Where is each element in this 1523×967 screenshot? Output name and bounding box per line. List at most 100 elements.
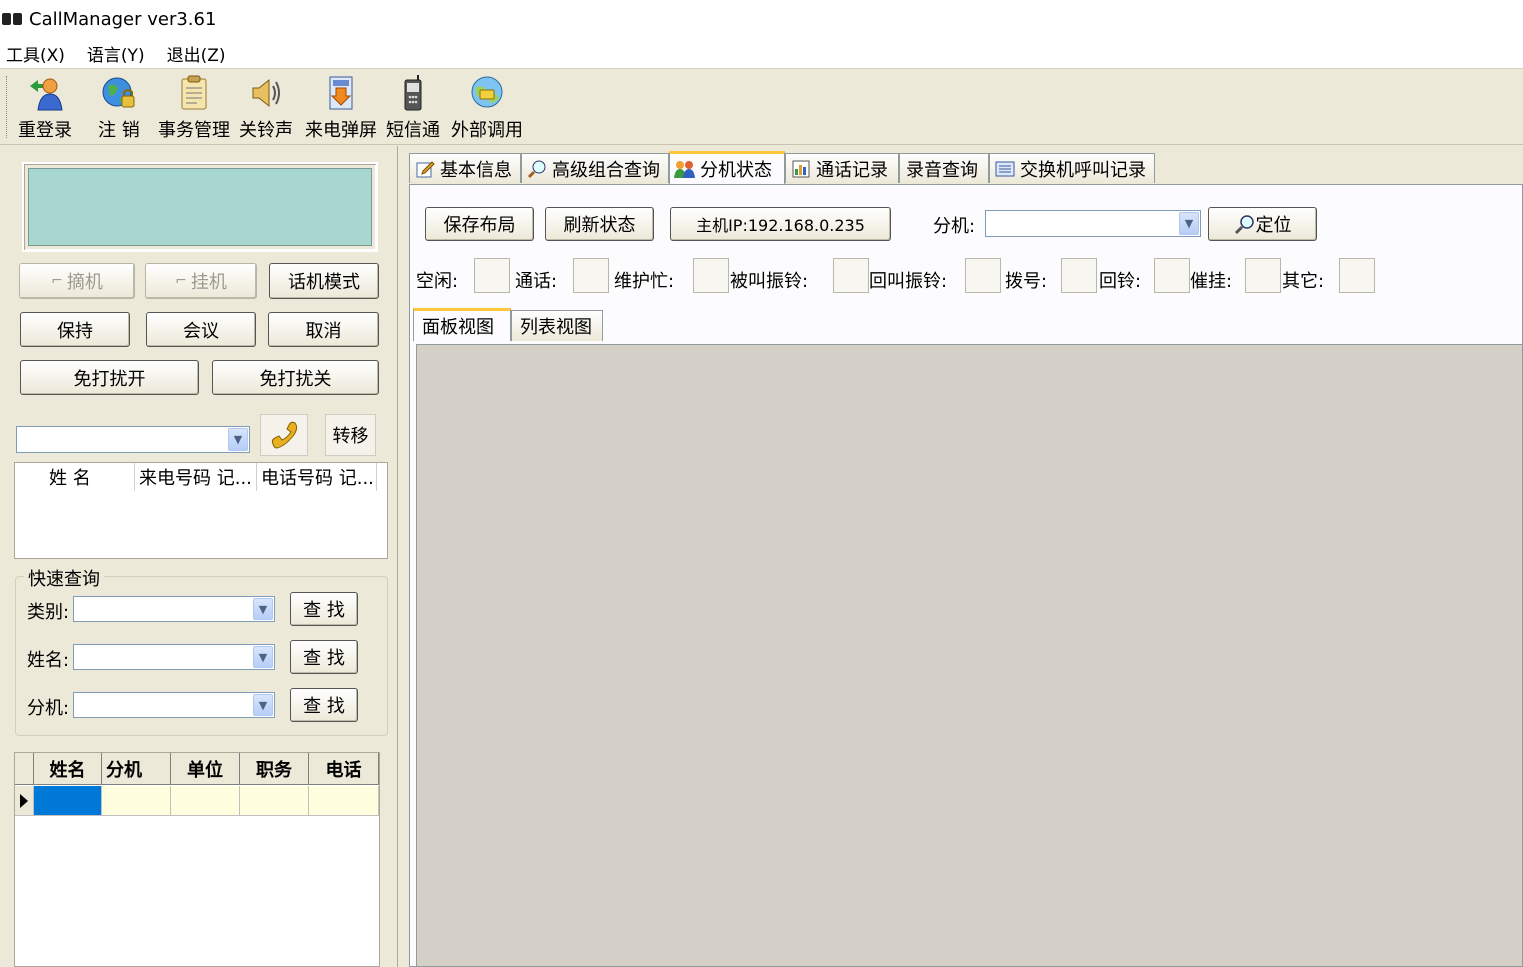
sms-button[interactable]: 短信通 xyxy=(386,74,440,142)
save-layout-button[interactable]: 保存布局 xyxy=(425,207,534,241)
incoming-popup-button[interactable]: 来电弹屏 xyxy=(305,74,377,142)
grid-cell[interactable] xyxy=(102,786,171,816)
relogin-user-icon xyxy=(26,74,64,112)
tab-pbx-call-log[interactable]: 交换机呼叫记录 xyxy=(989,153,1155,183)
extension-panel-view-area[interactable] xyxy=(416,344,1523,967)
find-category-button[interactable]: 查 找 xyxy=(290,592,358,626)
menu-tools[interactable]: 工具(X) xyxy=(6,41,65,66)
tab-pbx-call-log-label: 交换机呼叫记录 xyxy=(1020,159,1146,181)
switch-log-icon xyxy=(994,158,1016,180)
legend-callback-ringing-swatch xyxy=(965,258,1001,293)
col-incoming-number[interactable]: 来电号码 记... xyxy=(135,463,257,491)
right-pane: 基本信息 高级组合查询 分机状态 通话记录 录音查询 交换机呼叫记录 保存布局 … xyxy=(403,146,1523,967)
name-combo[interactable]: ▼ xyxy=(73,644,275,670)
grid-col-extension[interactable]: 分机 xyxy=(102,753,171,785)
col-phone-number[interactable]: 电话号码 记... xyxy=(257,463,377,491)
find-name-button[interactable]: 查 找 xyxy=(290,640,358,674)
dial-button[interactable] xyxy=(260,414,308,456)
external-call-label: 外部调用 xyxy=(451,120,523,141)
refresh-status-button[interactable]: 刷新状态 xyxy=(545,207,654,241)
legend-other-swatch xyxy=(1339,258,1375,293)
hold-button[interactable]: 保持 xyxy=(20,312,130,347)
globe-logout-icon xyxy=(100,74,138,112)
locate-label: 定位 xyxy=(1255,215,1292,236)
grid-cell-selected[interactable] xyxy=(34,786,102,816)
dnd-off-button[interactable]: 免打扰关 xyxy=(212,360,379,395)
tab-panel-view[interactable]: 面板视图 xyxy=(413,308,511,341)
extension-combo[interactable]: ▼ xyxy=(73,692,275,718)
legend-maintenance-label: 维护忙: xyxy=(614,271,675,292)
network-globe-icon xyxy=(468,74,506,112)
tab-extension-status-label: 分机状态 xyxy=(700,160,772,181)
dial-number-combo[interactable]: ▼ xyxy=(16,426,250,453)
speaker-icon xyxy=(247,74,285,112)
col-name[interactable]: 姓 名 xyxy=(15,463,135,491)
cancel-button[interactable]: 取消 xyxy=(268,312,379,347)
tab-call-records-label: 通话记录 xyxy=(816,159,888,181)
tab-list-view[interactable]: 列表视图 xyxy=(511,310,603,341)
grid-cell[interactable] xyxy=(309,786,379,816)
contacts-grid[interactable]: 姓名 分机 单位 职务 电话 xyxy=(14,752,380,967)
logout-button[interactable]: 注 销 xyxy=(98,74,140,142)
dnd-on-button[interactable]: 免打扰开 xyxy=(20,360,199,395)
find-extension-button[interactable]: 查 找 xyxy=(290,688,358,722)
locate-button[interactable]: 定位 xyxy=(1208,207,1317,241)
title-bar: CallManager ver3.61 xyxy=(0,0,1523,38)
phone-display-screen xyxy=(28,168,372,246)
chevron-down-icon[interactable]: ▼ xyxy=(253,694,273,716)
toolbar-grip[interactable] xyxy=(6,76,9,138)
legend-ringback-swatch xyxy=(1154,258,1190,293)
chevron-down-icon[interactable]: ▼ xyxy=(253,598,273,620)
incoming-popup-label: 来电弹屏 xyxy=(305,120,377,141)
grid-col-phone[interactable]: 电话 xyxy=(309,753,379,785)
menu-exit[interactable]: 退出(Z) xyxy=(167,41,226,66)
logout-label: 注 销 xyxy=(98,120,140,141)
phone-handset-icon xyxy=(271,421,298,449)
call-log-list[interactable]: 姓 名 来电号码 记... 电话号码 记... xyxy=(14,462,388,559)
grid-col-name[interactable]: 姓名 xyxy=(34,753,102,785)
grid-col-unit[interactable]: 单位 xyxy=(171,753,240,785)
menu-language[interactable]: 语言(Y) xyxy=(87,41,145,66)
tab-extension-status[interactable]: 分机状态 xyxy=(669,151,785,184)
tab-advanced-query[interactable]: 高级组合查询 xyxy=(521,153,669,183)
pickup-button[interactable]: ⌐ 摘机 xyxy=(19,263,135,299)
row-pointer[interactable] xyxy=(15,786,34,816)
phone-display xyxy=(22,162,378,252)
legend-callback-ringing-label: 回叫振铃: xyxy=(869,271,948,292)
call-record-icon xyxy=(790,158,812,180)
host-ip-button[interactable]: 主机IP:192.168.0.235 xyxy=(670,207,891,241)
legend-maintenance-swatch xyxy=(693,258,729,293)
legend-idle-swatch xyxy=(474,258,510,293)
handset-icon: ⌐ xyxy=(175,273,187,289)
conference-button[interactable]: 会议 xyxy=(146,312,256,347)
external-call-button[interactable]: 外部调用 xyxy=(451,74,523,142)
chevron-down-icon[interactable]: ▼ xyxy=(228,428,248,451)
download-popup-icon xyxy=(322,74,360,112)
grid-cell[interactable] xyxy=(171,786,240,816)
hangup-button[interactable]: ⌐ 挂机 xyxy=(145,263,257,299)
app-icon xyxy=(2,12,24,26)
edit-info-icon xyxy=(414,158,436,180)
chevron-down-icon[interactable]: ▼ xyxy=(1179,212,1199,235)
legend-other-label: 其它: xyxy=(1282,271,1325,292)
quick-search-title: 快速查询 xyxy=(24,565,104,591)
legend-urge-hangup-label: 催挂: xyxy=(1190,271,1233,292)
row-header-corner xyxy=(15,753,34,785)
mute-ring-button[interactable]: 关铃声 xyxy=(239,74,293,142)
chevron-down-icon[interactable]: ▼ xyxy=(253,646,273,668)
grid-col-position[interactable]: 职务 xyxy=(240,753,309,785)
affairs-button[interactable]: 事务管理 xyxy=(158,74,230,142)
window-title: CallManager ver3.61 xyxy=(29,8,217,30)
relogin-button[interactable]: 重登录 xyxy=(18,74,72,142)
mobile-phone-icon xyxy=(394,74,432,112)
tab-call-records[interactable]: 通话记录 xyxy=(785,153,899,183)
tab-recording-query[interactable]: 录音查询 xyxy=(899,153,989,183)
category-combo[interactable]: ▼ xyxy=(73,596,275,622)
legend-ringback-label: 回铃: xyxy=(1099,271,1142,292)
grid-cell[interactable] xyxy=(240,786,309,816)
sms-label: 短信通 xyxy=(386,120,440,141)
transfer-button[interactable]: 转移 xyxy=(325,414,376,456)
extension-filter-combo[interactable]: ▼ xyxy=(985,210,1201,237)
tab-basic-info[interactable]: 基本信息 xyxy=(409,153,521,183)
phone-mode-button[interactable]: 话机模式 xyxy=(269,263,379,299)
